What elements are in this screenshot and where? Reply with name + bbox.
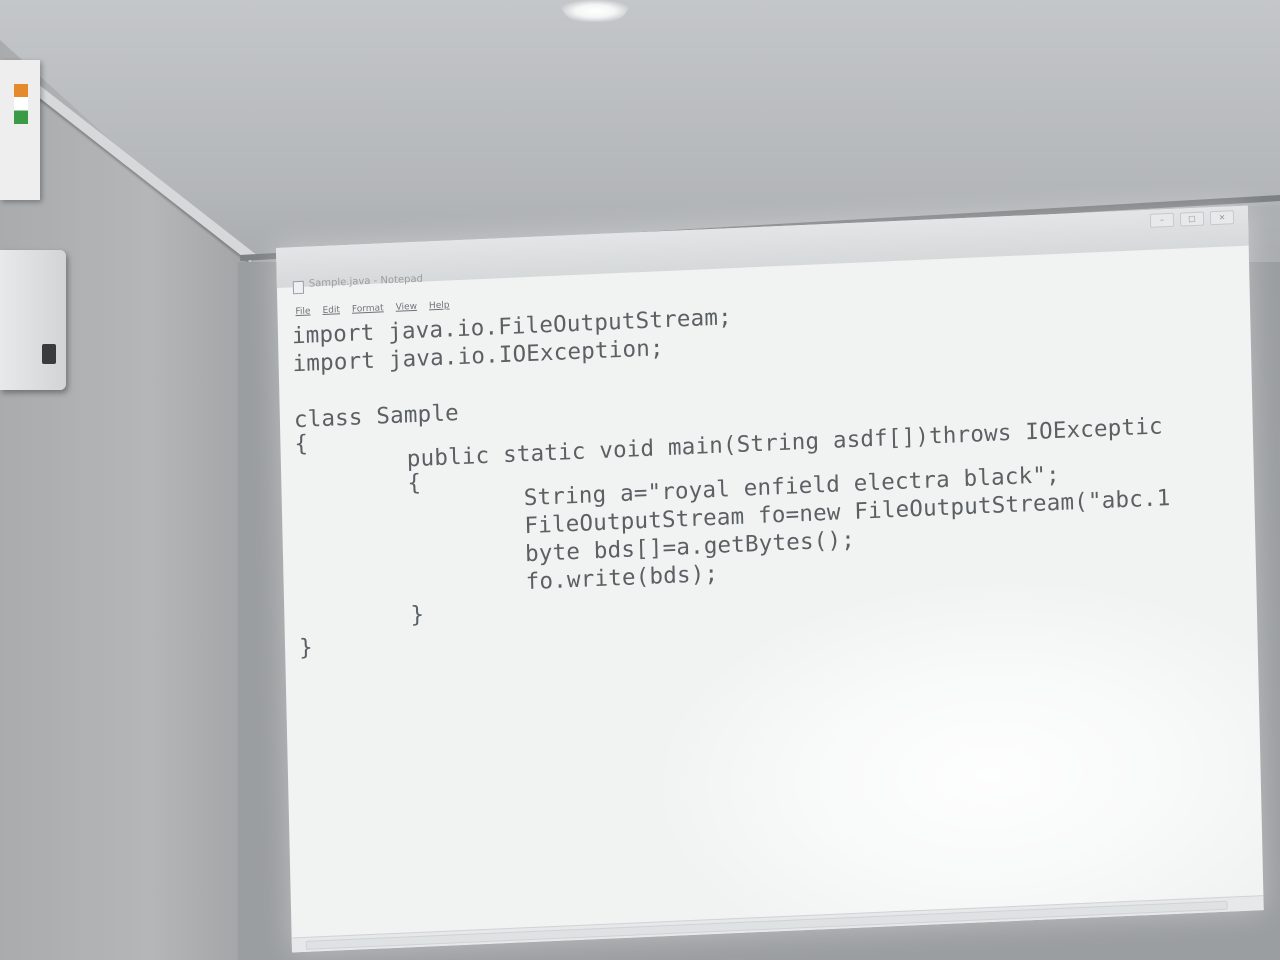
code-line: { <box>294 430 309 458</box>
minimize-button[interactable]: – <box>1149 212 1175 228</box>
code-line: fo.write(bds); <box>525 560 719 596</box>
maximize-button[interactable]: □ <box>1179 211 1205 227</box>
menu-format[interactable]: Format <box>352 303 384 314</box>
ceiling-lamp <box>560 0 630 22</box>
menu-bar: File Edit Format View Help <box>295 300 449 317</box>
code-line: } <box>410 601 425 629</box>
window-controls: – □ × <box>1149 210 1235 228</box>
menu-edit[interactable]: Edit <box>322 305 340 316</box>
code-line: { <box>407 469 422 497</box>
air-conditioner <box>0 250 66 390</box>
menu-file[interactable]: File <box>295 307 310 318</box>
notepad-icon <box>292 280 305 295</box>
text-editor-area[interactable]: import java.io.FileOutputStream; import … <box>290 282 1263 923</box>
ac-display <box>42 344 56 364</box>
classroom-background: Sample.java - Notepad – □ × File Edit Fo… <box>0 0 1280 960</box>
code-line: class Sample <box>293 400 460 434</box>
wall-sticker <box>0 60 40 200</box>
menu-view[interactable]: View <box>396 302 418 313</box>
code-line: } <box>298 634 314 662</box>
window-title: Sample.java - Notepad <box>308 273 424 290</box>
menu-help[interactable]: Help <box>429 300 450 311</box>
flag-sticker-icon <box>14 84 28 124</box>
notepad-window: Sample.java - Notepad – □ × File Edit Fo… <box>276 205 1264 953</box>
close-button[interactable]: × <box>1209 210 1235 226</box>
